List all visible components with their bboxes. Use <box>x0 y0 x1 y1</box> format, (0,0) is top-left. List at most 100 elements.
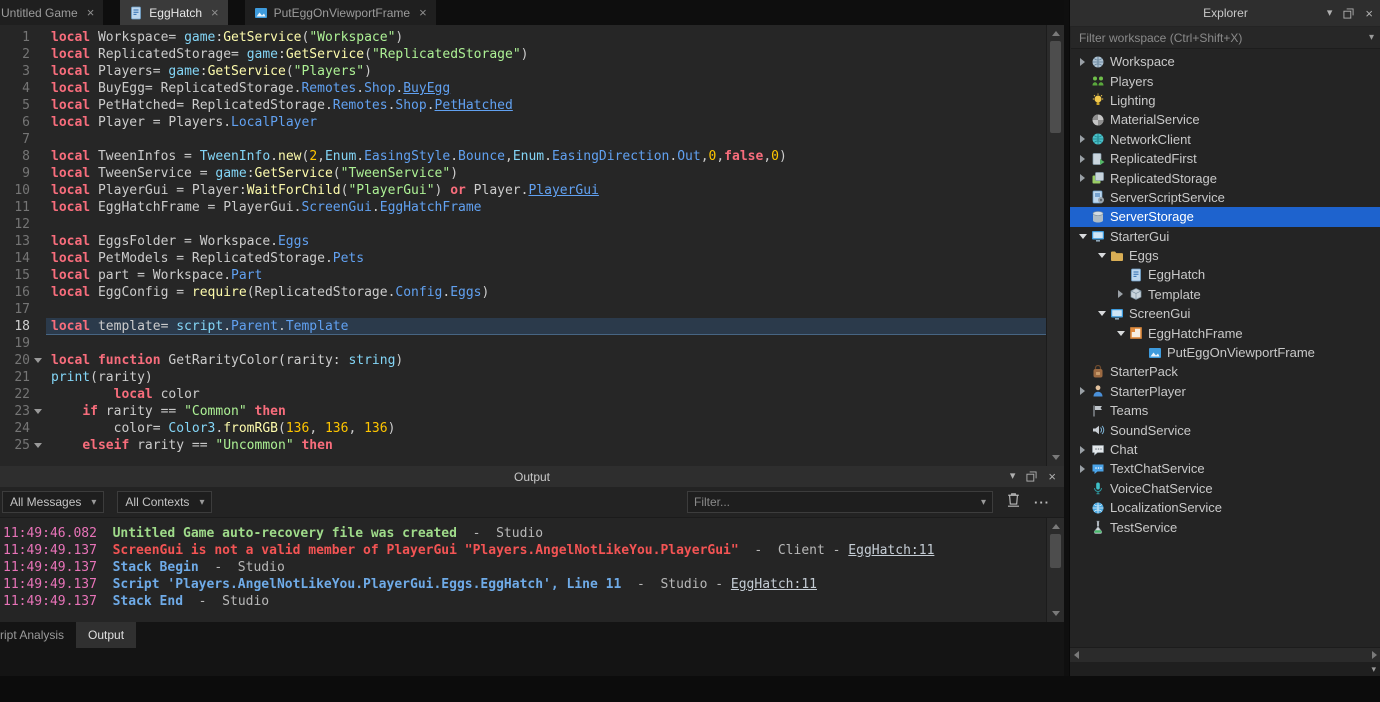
tree-item-textchatservice[interactable]: TextChatService <box>1070 459 1380 478</box>
expand-arrow-icon[interactable] <box>1114 288 1127 301</box>
expand-arrow-icon[interactable] <box>1076 443 1089 456</box>
chevron-down-icon[interactable]: ▾ <box>981 497 986 508</box>
tree-item-lighting[interactable]: Lighting <box>1070 91 1380 110</box>
code-line[interactable]: 12 <box>0 216 1046 233</box>
code-line[interactable]: 25 elseif rarity == "Uncommon" then <box>0 437 1046 454</box>
tree-item-serverstorage[interactable]: ServerStorage <box>1070 207 1380 226</box>
scroll-down-arrow-icon[interactable] <box>1052 611 1060 616</box>
tree-item-soundservice[interactable]: SoundService <box>1070 420 1380 439</box>
scroll-up-arrow-icon[interactable] <box>1052 31 1060 36</box>
tree-item-replicatedstorage[interactable]: ReplicatedStorage <box>1070 168 1380 187</box>
code-line[interactable]: 22 local color <box>0 386 1046 403</box>
output-link[interactable]: EggHatch:11 <box>848 543 934 558</box>
scroll-up-arrow-icon[interactable] <box>1052 524 1060 529</box>
tab-close-icon[interactable]: × <box>87 6 95 19</box>
tree-item-voicechatservice[interactable]: VoiceChatService <box>1070 479 1380 498</box>
collapse-arrow-icon[interactable] <box>1095 249 1108 262</box>
output-scrollbar-thumb[interactable] <box>1050 534 1061 568</box>
editor-scrollbar-thumb[interactable] <box>1050 41 1061 133</box>
code-line[interactable]: 21print(rarity) <box>0 369 1046 386</box>
tree-item-workspace[interactable]: Workspace <box>1070 52 1380 71</box>
expand-arrow-icon[interactable] <box>1076 55 1089 68</box>
messages-filter-dropdown[interactable]: All Messages ▾ <box>2 491 104 513</box>
code-line[interactable]: 18local template= script.Parent.Template <box>0 318 1046 335</box>
scroll-down-arrow-icon[interactable] <box>1052 455 1060 460</box>
tree-item-serverscriptservice[interactable]: ServerScriptService <box>1070 188 1380 207</box>
tree-item-testservice[interactable]: TestService <box>1070 517 1380 536</box>
explorer-float-window-icon[interactable] <box>1343 8 1354 19</box>
tree-item-startergui[interactable]: StarterGui <box>1070 227 1380 246</box>
bottom-tab-output[interactable]: Output <box>76 622 136 648</box>
code-line[interactable]: 9local TweenService = game:GetService("T… <box>0 165 1046 182</box>
code-line[interactable]: 14local PetModels = ReplicatedStorage.Pe… <box>0 250 1046 267</box>
explorer-horizontal-scrollbar[interactable] <box>1070 647 1380 662</box>
fold-column[interactable] <box>30 437 46 454</box>
fold-arrow-icon[interactable] <box>34 358 42 363</box>
panel-chevron-down-icon[interactable]: ▾ <box>1371 665 1376 674</box>
output-vertical-scrollbar[interactable] <box>1046 518 1064 622</box>
tree-item-networkclient[interactable]: NetworkClient <box>1070 130 1380 149</box>
tree-item-egghatch[interactable]: EggHatch <box>1070 265 1380 284</box>
code-line[interactable]: 24 color= Color3.fromRGB(136, 136, 136) <box>0 420 1046 437</box>
output-collapse-chevron-icon[interactable]: ▾ <box>1010 471 1016 482</box>
fold-arrow-icon[interactable] <box>34 409 42 414</box>
expand-arrow-icon[interactable] <box>1076 462 1089 475</box>
editor-tab-puteggonviewportframe[interactable]: PutEggOnViewportFrame× <box>245 0 436 25</box>
output-options-button[interactable]: ··· <box>1034 495 1050 510</box>
editor-vertical-scrollbar[interactable] <box>1046 25 1064 466</box>
explorer-filter-input[interactable] <box>1071 31 1369 45</box>
code-line[interactable]: 4local BuyEgg= ReplicatedStorage.Remotes… <box>0 80 1046 97</box>
code-line[interactable]: 2local ReplicatedStorage= game:GetServic… <box>0 46 1046 63</box>
code-line[interactable]: 17 <box>0 301 1046 318</box>
output-float-window-icon[interactable] <box>1026 471 1037 482</box>
tree-item-localizationservice[interactable]: LocalizationService <box>1070 498 1380 517</box>
code-line[interactable]: 8local TweenInfos = TweenInfo.new(2,Enum… <box>0 148 1046 165</box>
code-line[interactable]: 13local EggsFolder = Workspace.Eggs <box>0 233 1046 250</box>
tree-item-puteggonviewportframe[interactable]: PutEggOnViewportFrame <box>1070 343 1380 362</box>
collapse-arrow-icon[interactable] <box>1114 327 1127 340</box>
editor-tab-untitled-game[interactable]: Untitled Game× <box>0 0 103 25</box>
code-line[interactable]: 15local part = Workspace.Part <box>0 267 1046 284</box>
contexts-filter-dropdown[interactable]: All Contexts ▾ <box>117 491 212 513</box>
explorer-collapse-chevron-icon[interactable]: ▾ <box>1327 8 1333 19</box>
fold-column[interactable] <box>30 403 46 420</box>
chevron-down-icon[interactable]: ▾ <box>1369 32 1374 43</box>
code-line[interactable]: 19 <box>0 335 1046 352</box>
bottom-tab-script-analysis[interactable]: Script Analysis <box>0 622 76 648</box>
tree-item-eggs[interactable]: Eggs <box>1070 246 1380 265</box>
code-line[interactable]: 7 <box>0 131 1046 148</box>
tree-item-starterpack[interactable]: StarterPack <box>1070 362 1380 381</box>
collapse-arrow-icon[interactable] <box>1095 307 1108 320</box>
code-line[interactable]: 11local EggHatchFrame = PlayerGui.Screen… <box>0 199 1046 216</box>
output-close-icon[interactable]: × <box>1048 470 1056 483</box>
code-line[interactable]: 5local PetHatched= ReplicatedStorage.Rem… <box>0 97 1046 114</box>
script-editor[interactable]: 1local Workspace= game:GetService("Works… <box>0 25 1064 466</box>
expand-arrow-icon[interactable] <box>1076 172 1089 185</box>
code-line[interactable]: 20local function GetRarityColor(rarity: … <box>0 352 1046 369</box>
expand-arrow-icon[interactable] <box>1076 133 1089 146</box>
code-line[interactable]: 16local EggConfig = require(ReplicatedSt… <box>0 284 1046 301</box>
tree-item-players[interactable]: Players <box>1070 71 1380 90</box>
tree-item-materialservice[interactable]: MaterialService <box>1070 110 1380 129</box>
tree-item-egghatchframe[interactable]: EggHatchFrame <box>1070 323 1380 342</box>
tree-item-teams[interactable]: Teams <box>1070 401 1380 420</box>
tab-close-icon[interactable]: × <box>419 6 427 19</box>
tree-item-template[interactable]: Template <box>1070 285 1380 304</box>
tree-item-replicatedfirst[interactable]: ReplicatedFirst <box>1070 149 1380 168</box>
code-line[interactable]: 1local Workspace= game:GetService("Works… <box>0 29 1046 46</box>
expand-arrow-icon[interactable] <box>1076 385 1089 398</box>
tree-item-screengui[interactable]: ScreenGui <box>1070 304 1380 323</box>
code-line[interactable]: 3local Players= game:GetService("Players… <box>0 63 1046 80</box>
editor-tab-egghatch[interactable]: EggHatch× <box>120 0 227 25</box>
code-line[interactable]: 6local Player = Players.LocalPlayer <box>0 114 1046 131</box>
scroll-left-arrow-icon[interactable] <box>1074 651 1079 659</box>
code-line[interactable]: 10local PlayerGui = Player:WaitForChild(… <box>0 182 1046 199</box>
tab-close-icon[interactable]: × <box>211 6 219 19</box>
tree-item-starterplayer[interactable]: StarterPlayer <box>1070 382 1380 401</box>
explorer-close-icon[interactable]: × <box>1365 7 1373 20</box>
collapse-arrow-icon[interactable] <box>1076 230 1089 243</box>
expand-arrow-icon[interactable] <box>1076 152 1089 165</box>
code-line[interactable]: 23 if rarity == "Common" then <box>0 403 1046 420</box>
output-link[interactable]: EggHatch:11 <box>731 577 817 592</box>
clear-output-button[interactable] <box>1005 491 1022 513</box>
